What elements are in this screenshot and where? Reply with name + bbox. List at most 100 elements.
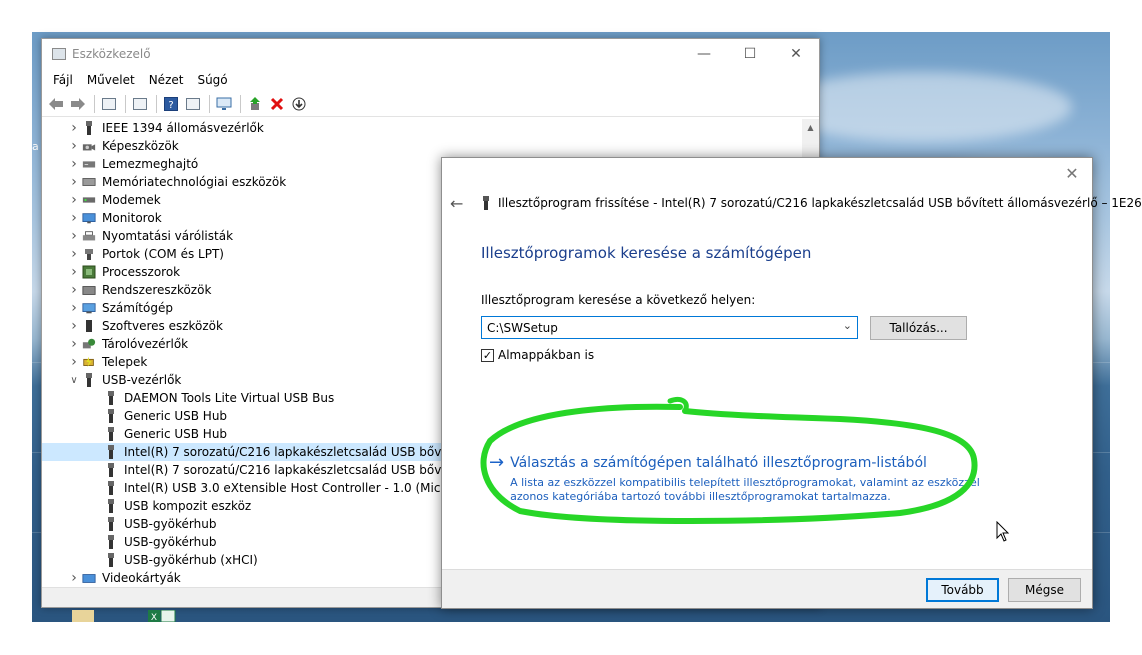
tree-category[interactable]: › IEEE 1394 állomásvezérlők xyxy=(42,119,819,137)
expanded-chevron-icon[interactable]: ∨ xyxy=(66,375,82,386)
toolbar-separator xyxy=(125,94,126,113)
pick-from-list-description: A lista az eszközzel kompatibilis telepí… xyxy=(510,476,980,504)
pick-from-list-link[interactable]: → Választás a számítógépen található ill… xyxy=(489,453,980,504)
memory-icon xyxy=(82,176,96,189)
tree-item-label: Generic USB Hub xyxy=(124,427,228,441)
include-subfolders-option[interactable]: ✓ Almappákban is xyxy=(481,348,594,362)
dialog-back-arrow-icon[interactable]: ← xyxy=(450,194,463,213)
tree-category[interactable]: › Képeszközök xyxy=(42,137,819,155)
tree-item-label: Intel(R) USB 3.0 eXtensible Host Control… xyxy=(124,481,480,495)
modem-icon xyxy=(82,194,96,207)
scroll-up-icon[interactable]: ▲ xyxy=(802,119,819,136)
collapsed-chevron-icon[interactable]: › xyxy=(66,174,82,190)
taskbar-folder-icon[interactable] xyxy=(72,610,94,622)
taskbar-excel-icon[interactable]: X xyxy=(148,610,178,622)
toolbar-separator xyxy=(240,94,241,113)
view-button[interactable] xyxy=(183,94,203,114)
update-driver-icon xyxy=(250,96,260,110)
usb-plug-icon xyxy=(483,196,489,210)
browse-button[interactable]: Tallózás... xyxy=(870,316,967,340)
toolbar-separator xyxy=(209,94,210,113)
tree-item-label: USB-vezérlők xyxy=(102,373,182,387)
port-icon xyxy=(82,248,96,261)
collapsed-chevron-icon[interactable]: › xyxy=(66,210,82,226)
tree-item-label: Memóriatechnológiai eszközök xyxy=(102,175,287,189)
collapsed-chevron-icon[interactable]: › xyxy=(66,156,82,172)
back-arrow-icon xyxy=(49,97,63,110)
help-icon: ? xyxy=(164,96,178,111)
tree-item-label: Nyomtatási várólisták xyxy=(102,229,234,243)
tree-item-label: Számítógép xyxy=(102,301,173,315)
help-button[interactable]: ? xyxy=(161,94,181,114)
collapsed-chevron-icon[interactable]: › xyxy=(66,228,82,244)
menu-view[interactable]: Nézet xyxy=(142,73,191,87)
window-title: Eszközkezelő xyxy=(72,47,151,61)
system-device-icon xyxy=(82,284,96,297)
dialog-close-icon[interactable]: ✕ xyxy=(1062,164,1082,184)
computer-icon xyxy=(82,302,96,315)
properties-button[interactable] xyxy=(130,94,150,114)
chevron-down-icon[interactable]: ⌄ xyxy=(843,319,852,332)
back-button[interactable] xyxy=(46,94,66,114)
tree-item-label: DAEMON Tools Lite Virtual USB Bus xyxy=(124,391,335,405)
uninstall-device-button[interactable] xyxy=(267,94,287,114)
printer-icon xyxy=(82,230,96,243)
menu-action[interactable]: Művelet xyxy=(80,73,142,87)
collapsed-chevron-icon[interactable]: › xyxy=(66,282,82,298)
menu-help[interactable]: Súgó xyxy=(190,73,234,87)
collapsed-chevron-icon[interactable]: › xyxy=(66,246,82,262)
include-subfolders-checkbox[interactable]: ✓ xyxy=(481,348,494,362)
toolbar-separator xyxy=(156,94,157,113)
cancel-button[interactable]: Mégse xyxy=(1008,578,1081,602)
collapsed-chevron-icon[interactable]: › xyxy=(66,192,82,208)
show-hide-tree-button[interactable] xyxy=(99,94,119,114)
monitor-scan-icon xyxy=(216,97,232,110)
close-button[interactable]: ✕ xyxy=(773,39,819,69)
monitor-icon xyxy=(82,212,96,225)
toolbar-separator xyxy=(94,94,95,113)
forward-button[interactable] xyxy=(68,94,88,114)
collapsed-chevron-icon[interactable]: › xyxy=(66,336,82,352)
collapsed-chevron-icon[interactable]: › xyxy=(66,300,82,316)
usb-plug-icon xyxy=(82,121,96,135)
maximize-button[interactable]: ☐ xyxy=(727,39,773,69)
usb-plug-icon xyxy=(104,445,118,459)
menu-bar: Fájl Művelet Nézet Súgó xyxy=(42,69,819,91)
tree-item-label: Monitorok xyxy=(102,211,162,225)
forward-arrow-icon xyxy=(71,97,85,110)
svg-text:X: X xyxy=(151,613,157,622)
window-controls: — ☐ ✕ xyxy=(681,39,819,69)
scan-hardware-button[interactable] xyxy=(214,94,234,114)
pick-from-list-title[interactable]: Választás a számítógépen található illes… xyxy=(510,453,980,473)
collapsed-chevron-icon[interactable]: › xyxy=(66,120,82,136)
tree-item-label: Portok (COM és LPT) xyxy=(102,247,224,261)
dialog-header-text: Illesztőprogram frissítése - Intel(R) 7 … xyxy=(498,196,1142,210)
tree-item-label: Generic USB Hub xyxy=(124,409,228,423)
properties-icon xyxy=(133,97,147,110)
driver-path-value[interactable]: C:\SWSetup xyxy=(487,321,558,335)
menu-file[interactable]: Fájl xyxy=(46,73,80,87)
processor-icon xyxy=(82,265,96,279)
collapsed-chevron-icon[interactable]: › xyxy=(66,138,82,154)
collapsed-chevron-icon[interactable]: › xyxy=(66,570,82,586)
include-subfolders-label: Almappákban is xyxy=(498,348,595,362)
pick-desc-line: A lista az eszközzel kompatibilis telepí… xyxy=(510,476,980,489)
tree-item-label: Tárolóvezérlők xyxy=(102,337,189,351)
usb-plug-icon xyxy=(82,373,96,387)
usb-plug-icon xyxy=(104,481,118,495)
driver-path-combobox[interactable]: C:\SWSetup ⌄ xyxy=(481,316,858,339)
collapsed-chevron-icon[interactable]: › xyxy=(66,354,82,370)
tree-item-label: Lemezmeghajtó xyxy=(102,157,199,171)
minimize-button[interactable]: — xyxy=(681,39,727,69)
disk-drive-icon xyxy=(82,158,96,171)
collapsed-chevron-icon[interactable]: › xyxy=(66,318,82,334)
tree-item-label: Telepek xyxy=(102,355,148,369)
collapsed-chevron-icon[interactable]: › xyxy=(66,264,82,280)
update-driver-button[interactable] xyxy=(245,94,265,114)
svg-text:?: ? xyxy=(168,100,173,111)
camera-icon xyxy=(82,140,96,153)
usb-plug-icon xyxy=(104,535,118,549)
next-button[interactable]: Tovább xyxy=(926,578,999,602)
disable-device-button[interactable] xyxy=(289,94,309,114)
mouse-cursor-icon xyxy=(996,521,1010,542)
